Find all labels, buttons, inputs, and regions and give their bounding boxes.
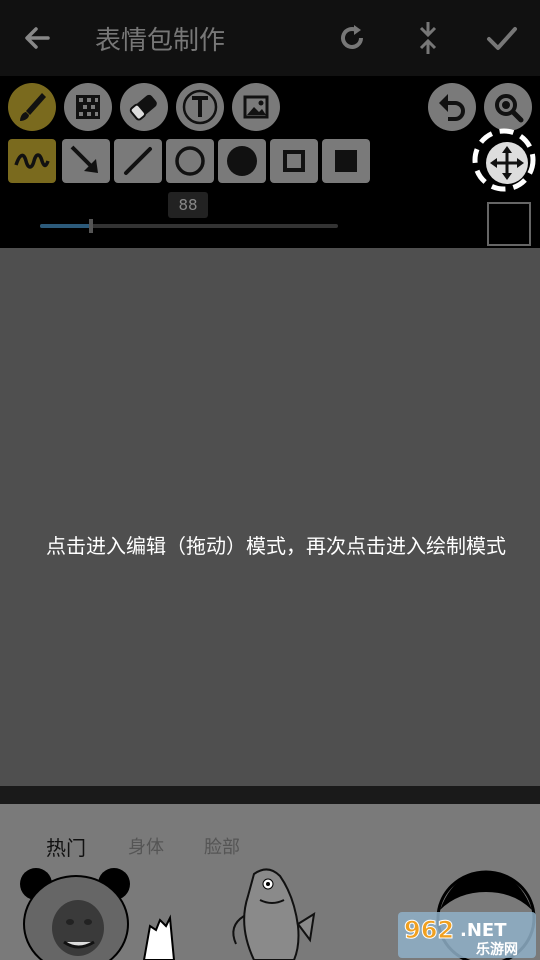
line-icon[interactable]: [114, 139, 162, 183]
tab-hot[interactable]: 热门: [46, 832, 86, 861]
brush-size-label: 88: [168, 192, 208, 218]
watermark-suffix: .NET: [460, 920, 507, 941]
refresh-icon[interactable]: [332, 18, 372, 58]
brush-icon[interactable]: [8, 83, 56, 131]
tab-body[interactable]: 身体: [128, 833, 164, 859]
slider-fill: [40, 224, 91, 228]
arrow-icon[interactable]: [62, 139, 110, 183]
brush-size-slider[interactable]: [40, 219, 338, 233]
page-title: 表情包制作: [95, 26, 226, 56]
tab-face[interactable]: 脸部: [204, 833, 240, 859]
app-root: 表情包制作 88 点击进入编辑（拖动）模式，再次点击进入绘制模式 热门 身体 脸…: [0, 0, 540, 960]
panel-divider: [0, 786, 540, 804]
check-icon[interactable]: [482, 18, 522, 58]
move-icon[interactable]: [472, 128, 536, 192]
mosaic-icon[interactable]: [64, 83, 112, 131]
brush-color-swatch[interactable]: [487, 202, 531, 246]
sticker-panda[interactable]: [14, 866, 178, 960]
rect-outline-icon[interactable]: [270, 139, 318, 183]
watermark-number: 962: [404, 916, 454, 944]
compress-icon[interactable]: [408, 18, 448, 58]
circle-filled-icon[interactable]: [218, 139, 266, 183]
back-arrow-icon[interactable]: [18, 18, 58, 58]
image-icon[interactable]: [232, 83, 280, 131]
watermark-sub: 乐游网: [476, 941, 518, 958]
sticker-fish[interactable]: [224, 866, 320, 960]
canvas-hint: 点击进入编辑（拖动）模式，再次点击进入绘制模式: [46, 534, 506, 558]
zoom-icon[interactable]: [484, 83, 532, 131]
undo-icon[interactable]: [428, 83, 476, 131]
watermark-logo: 962 .NET 乐游网: [398, 912, 536, 958]
drawing-canvas[interactable]: [0, 248, 540, 786]
freehand-icon[interactable]: [8, 139, 56, 183]
eraser-icon[interactable]: [120, 83, 168, 131]
circle-outline-icon[interactable]: [166, 139, 214, 183]
text-icon[interactable]: [176, 83, 224, 131]
top-bar: 表情包制作: [0, 0, 540, 76]
slider-thumb[interactable]: [89, 219, 93, 233]
rect-filled-icon[interactable]: [322, 139, 370, 183]
